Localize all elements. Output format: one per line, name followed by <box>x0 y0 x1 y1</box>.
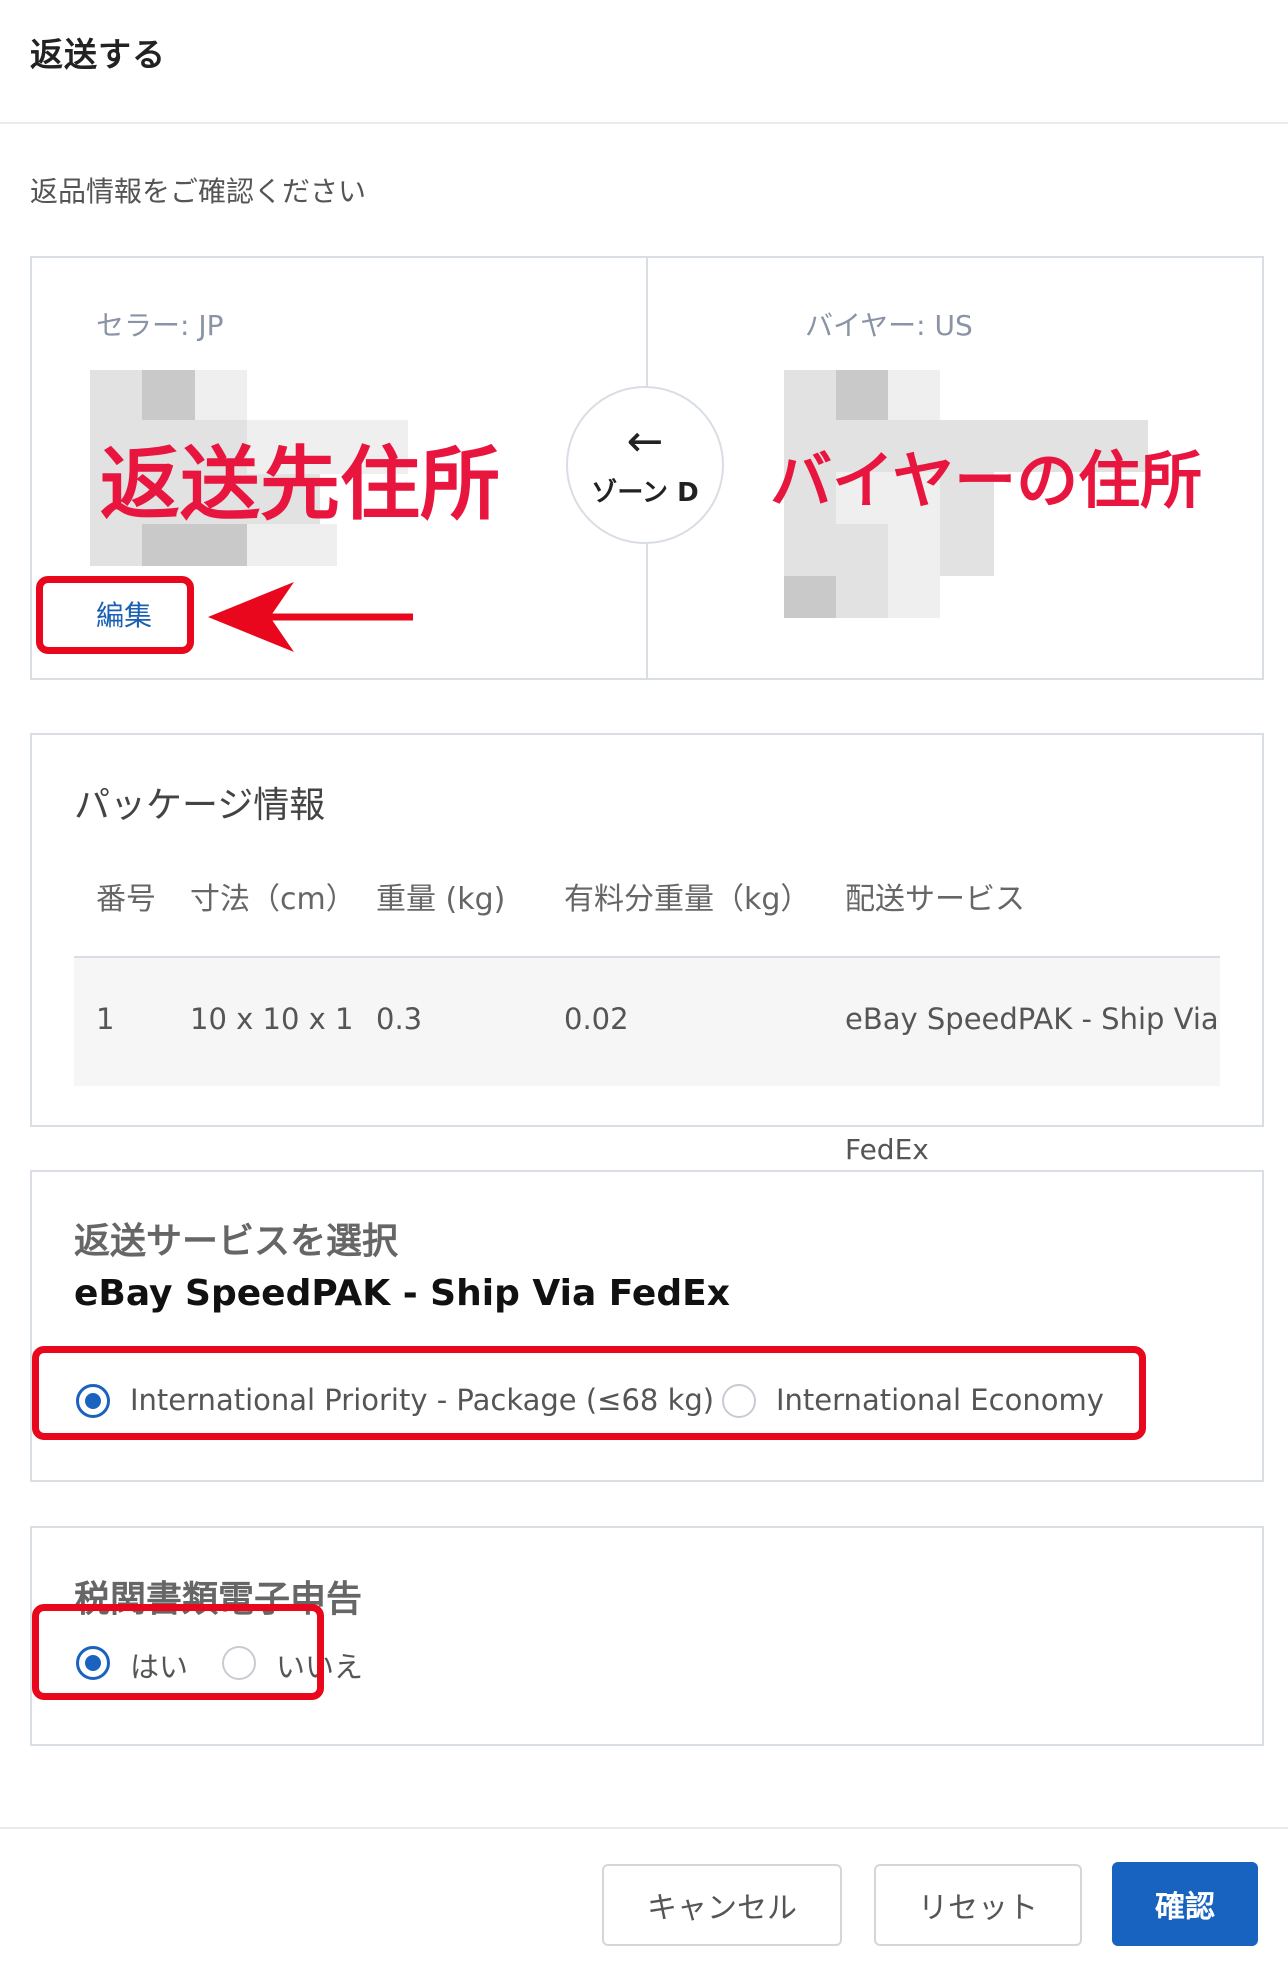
option-label-international-economy[interactable]: International Economy <box>776 1383 1104 1417</box>
title-divider <box>0 122 1288 124</box>
zone-indicator: ← ゾーン D <box>566 386 724 544</box>
radio-international-priority[interactable] <box>76 1384 110 1418</box>
annotation-buyer-address: バイヤーの住所 <box>770 444 1203 517</box>
footer-divider <box>0 1827 1288 1829</box>
buyer-label: バイヤー: US <box>805 309 973 342</box>
cell-weight: 0.3 <box>376 1002 423 1036</box>
cell-shipping-service: eBay SpeedPAK - Ship Via <box>845 1002 1219 1036</box>
return-service-heading: 返送サービスを選択 <box>74 1221 399 1262</box>
cell-shipping-service-overflow: FedEx <box>845 1133 929 1166</box>
dialog-subtitle: 返品情報をご確認ください <box>30 175 367 208</box>
column-header-weight: 重量 (kg) <box>376 882 506 917</box>
cell-number: 1 <box>96 1002 115 1036</box>
arrow-left-icon: ← <box>626 416 664 467</box>
cell-billable-weight: 0.02 <box>564 1002 629 1036</box>
cell-dimensions: 10 x 10 x 1 <box>190 1002 354 1036</box>
return-service-name: eBay SpeedPAK - Ship Via FedEx <box>74 1273 730 1314</box>
customs-options-highlight-box <box>32 1604 324 1700</box>
reset-button[interactable]: リセット <box>874 1864 1082 1946</box>
seller-label: セラー: JP <box>96 309 224 342</box>
column-header-dimensions: 寸法（cm） <box>190 882 356 917</box>
radio-international-economy[interactable] <box>722 1384 756 1418</box>
confirm-button[interactable]: 確認 <box>1112 1862 1258 1946</box>
cancel-button[interactable]: キャンセル <box>602 1864 842 1946</box>
option-label-international-priority[interactable]: International Priority - Package (≤68 kg… <box>130 1383 714 1417</box>
column-header-billable-weight: 有料分重量（kg） <box>564 882 811 917</box>
column-header-number: 番号 <box>96 882 156 917</box>
package-title: パッケージ情報 <box>74 785 326 826</box>
dialog-title: 返送する <box>30 35 166 74</box>
zone-label: ゾーン D <box>591 478 699 508</box>
annotation-arrow-icon <box>208 582 413 652</box>
annotation-return-address: 返送先住所 <box>100 438 500 531</box>
edit-address-link[interactable]: 編集 <box>96 594 152 634</box>
column-header-shipping-service: 配送サービス <box>845 882 1025 917</box>
